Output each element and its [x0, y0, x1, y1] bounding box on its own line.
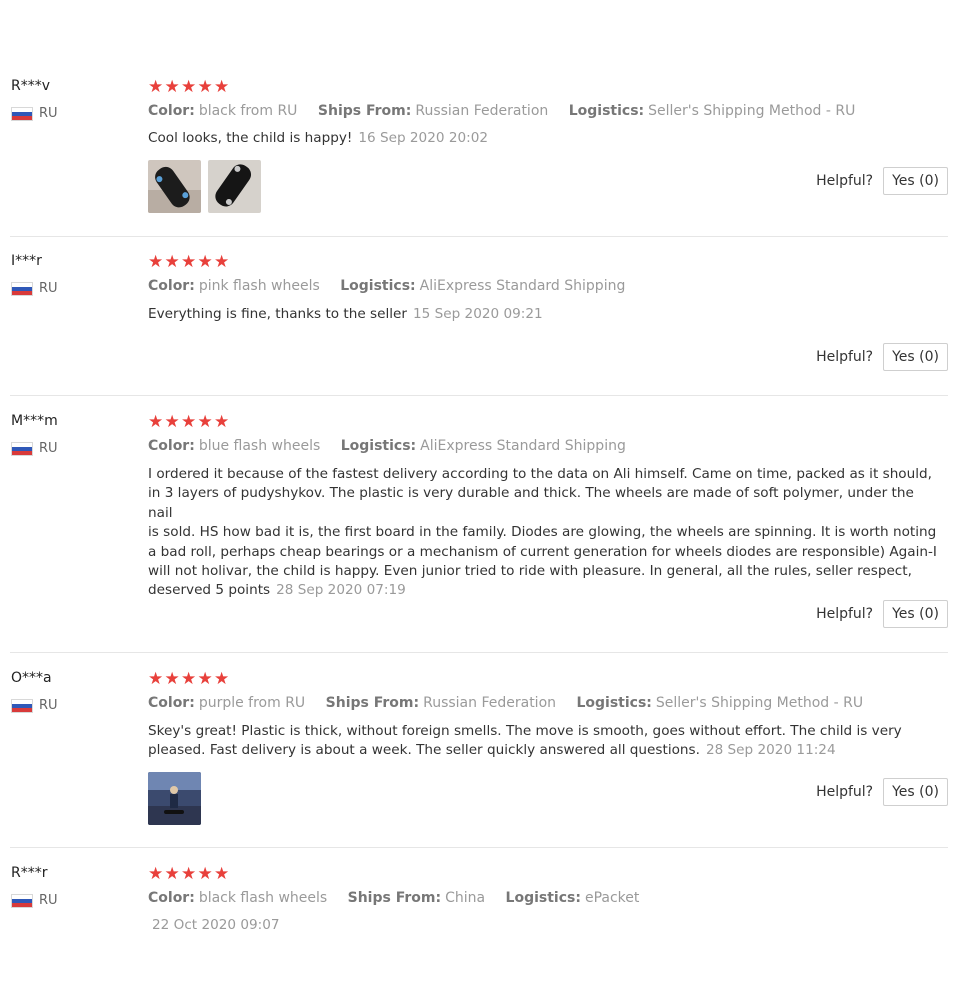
review-divider	[10, 847, 948, 848]
review-text: Skey's great! Plastic is thick, without …	[148, 723, 902, 759]
review-photo-thumbnail[interactable]	[148, 160, 201, 213]
star-icon: ★	[181, 77, 197, 97]
star-rating: ★ ★ ★ ★ ★	[148, 78, 231, 96]
star-icon: ★	[214, 864, 230, 884]
helpful-label: Helpful?	[816, 173, 874, 189]
reviewer-country: RU	[11, 441, 58, 456]
review-meta: Color: pink flash wheels Logistics: AliExp…	[148, 278, 626, 294]
russia-flag-icon	[11, 106, 33, 121]
helpful-label: Helpful?	[816, 606, 874, 622]
review-date: 22 Oct 2020 09:07	[152, 917, 280, 933]
review-photo-thumbnail[interactable]	[148, 772, 201, 825]
helpful-section: Helpful? Yes (0)	[816, 167, 948, 195]
review-photo-thumbnail[interactable]	[208, 160, 261, 213]
star-icon: ★	[164, 77, 180, 97]
reviewer-name: I***r	[11, 253, 42, 269]
star-rating: ★ ★ ★ ★ ★	[148, 865, 231, 883]
helpful-label: Helpful?	[816, 349, 874, 365]
star-icon: ★	[214, 77, 230, 97]
star-icon: ★	[181, 864, 197, 884]
star-rating: ★ ★ ★ ★ ★	[148, 413, 231, 431]
star-icon: ★	[164, 252, 180, 272]
review-meta: Color: purple from RU Ships From: Russian …	[148, 695, 864, 711]
star-icon: ★	[181, 669, 197, 689]
helpful-label: Helpful?	[816, 784, 874, 800]
russia-flag-icon	[11, 698, 33, 713]
reviewer-name: R***r	[11, 865, 48, 881]
review-text: 22 Oct 2020 09:07	[152, 916, 942, 935]
star-icon: ★	[181, 252, 197, 272]
review-date: 28 Sep 2020 07:19	[276, 582, 406, 599]
star-icon: ★	[197, 864, 213, 884]
reviewer-country: RU	[11, 698, 58, 713]
review-divider	[10, 236, 948, 237]
review-meta: Color: black flash wheels Ships From: Chin…	[148, 890, 640, 906]
star-icon: ★	[214, 669, 230, 689]
helpful-yes-button[interactable]: Yes (0)	[883, 167, 948, 195]
star-icon: ★	[164, 864, 180, 884]
review-meta: Color: black from RU Ships From: Russian F…	[148, 103, 856, 119]
star-rating: ★ ★ ★ ★ ★	[148, 253, 231, 271]
reviewer-name: M***m	[11, 413, 58, 429]
helpful-yes-button[interactable]: Yes (0)	[883, 778, 948, 806]
review-divider	[10, 652, 948, 653]
review-text: Cool looks, the child is happy! 16 Sep 20…	[148, 130, 488, 146]
review-date: 28 Sep 2020 11:24	[705, 742, 836, 759]
review-date: 16 Sep 2020 20:02	[358, 130, 488, 146]
review-divider	[10, 395, 948, 396]
review-meta: Color: blue flash wheels Logistics: AliExp…	[148, 438, 626, 454]
star-rating: ★ ★ ★ ★ ★	[148, 670, 231, 688]
helpful-section: Helpful? Yes (0)	[816, 600, 948, 628]
star-icon: ★	[164, 669, 180, 689]
reviewer-country: RU	[11, 893, 58, 908]
star-icon: ★	[197, 77, 213, 97]
star-icon: ★	[148, 252, 164, 272]
star-icon: ★	[197, 252, 213, 272]
star-icon: ★	[148, 77, 164, 97]
review-text: I ordered it because of the fastest deli…	[148, 466, 937, 599]
russia-flag-icon	[11, 893, 33, 908]
reviewer-name: O***a	[11, 670, 52, 686]
helpful-yes-button[interactable]: Yes (0)	[883, 600, 948, 628]
review-text: Everything is fine, thanks to the seller…	[148, 306, 543, 322]
star-icon: ★	[164, 412, 180, 432]
star-icon: ★	[148, 669, 164, 689]
star-icon: ★	[197, 412, 213, 432]
reviewer-country: RU	[11, 281, 58, 296]
star-icon: ★	[148, 864, 164, 884]
helpful-section: Helpful? Yes (0)	[816, 343, 948, 371]
helpful-yes-button[interactable]: Yes (0)	[883, 343, 948, 371]
review-date: 15 Sep 2020 09:21	[413, 306, 543, 322]
russia-flag-icon	[11, 441, 33, 456]
star-icon: ★	[197, 669, 213, 689]
star-icon: ★	[214, 252, 230, 272]
star-icon: ★	[214, 412, 230, 432]
reviewer-country: RU	[11, 106, 58, 121]
star-icon: ★	[181, 412, 197, 432]
russia-flag-icon	[11, 281, 33, 296]
helpful-section: Helpful? Yes (0)	[816, 778, 948, 806]
reviewer-name: R***v	[11, 78, 51, 94]
star-icon: ★	[148, 412, 164, 432]
